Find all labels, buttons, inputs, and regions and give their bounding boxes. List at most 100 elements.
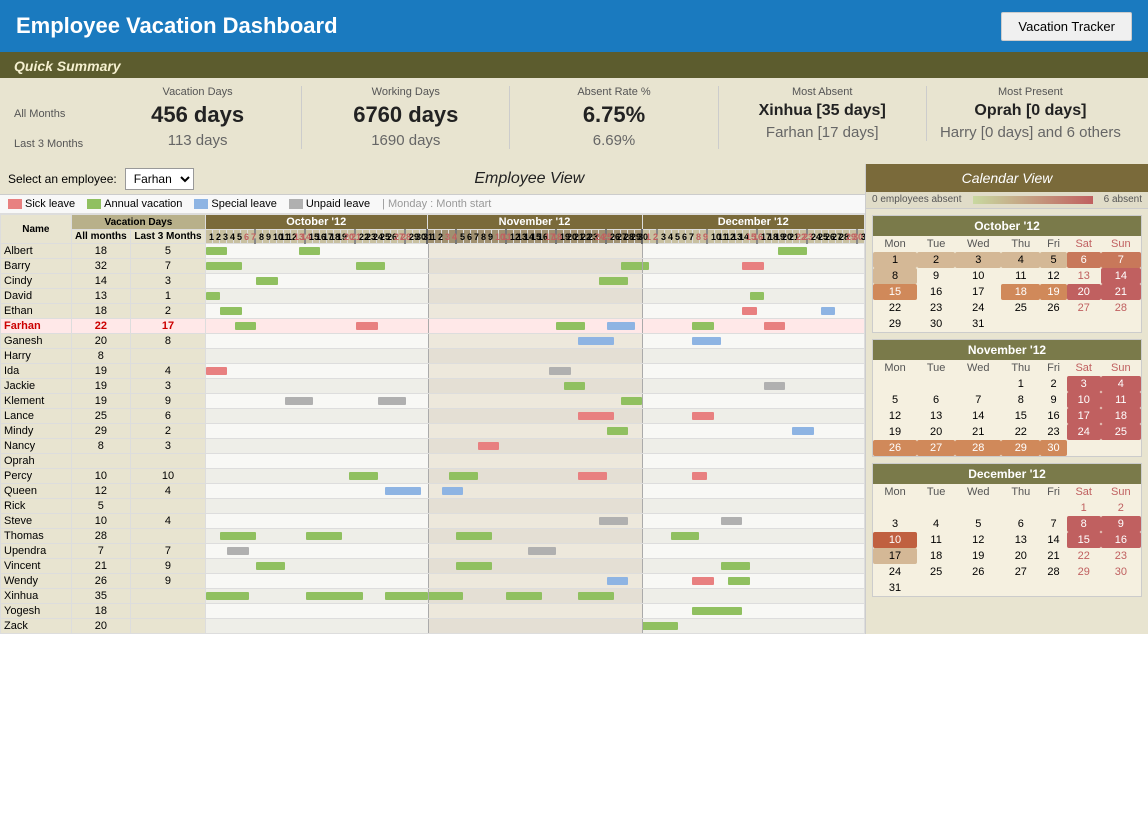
calendar-day[interactable]: 11 xyxy=(1101,392,1141,408)
calendar-day[interactable]: 25 xyxy=(1101,424,1141,440)
calendar-day[interactable]: 19 xyxy=(1040,284,1066,300)
calendar-day[interactable]: 12 xyxy=(1040,268,1066,284)
calendar-day[interactable]: 1 xyxy=(1067,500,1101,516)
calendar-day[interactable]: 26 xyxy=(955,564,1001,580)
calendar-day[interactable]: 8 xyxy=(1067,516,1101,532)
calendar-day[interactable]: 14 xyxy=(1040,532,1066,548)
calendar-day[interactable]: 27 xyxy=(1067,300,1101,316)
empty-day xyxy=(1001,500,1040,516)
calendar-day[interactable]: 4 xyxy=(1001,252,1040,268)
calendar-day[interactable]: 17 xyxy=(1067,408,1101,424)
calendar-day[interactable]: 1 xyxy=(873,252,917,268)
calendar-day[interactable]: 17 xyxy=(873,548,917,564)
calendar-day[interactable]: 5 xyxy=(955,516,1001,532)
mini-cal-month-header: October '12 xyxy=(873,216,1141,236)
vacation-tracker-button[interactable]: Vacation Tracker xyxy=(1001,12,1132,41)
calendar-day[interactable]: 20 xyxy=(1001,548,1040,564)
calendar-day[interactable]: 31 xyxy=(955,316,1001,332)
calendar-day[interactable]: 13 xyxy=(1001,532,1040,548)
all-months-value: 22 xyxy=(71,319,130,334)
calendar-day[interactable]: 27 xyxy=(1001,564,1040,580)
calendar-day[interactable]: 10 xyxy=(873,532,917,548)
calendar-day[interactable]: 10 xyxy=(1067,392,1101,408)
calendar-day[interactable]: 6 xyxy=(917,392,955,408)
calendar-day[interactable]: 21 xyxy=(1101,284,1141,300)
sick-color xyxy=(8,199,22,209)
calendar-day[interactable]: 4 xyxy=(917,516,955,532)
calendar-day[interactable]: 4 xyxy=(1101,376,1141,392)
calendar-day[interactable]: 31 xyxy=(873,580,917,596)
calendar-day[interactable]: 5 xyxy=(873,392,917,408)
calendar-day[interactable]: 3 xyxy=(873,516,917,532)
calendar-day[interactable]: 7 xyxy=(1101,252,1141,268)
calendar-day[interactable]: 21 xyxy=(955,424,1001,440)
calendar-day[interactable]: 24 xyxy=(955,300,1001,316)
calendar-day[interactable]: 26 xyxy=(1040,300,1066,316)
calendar-day[interactable]: 17 xyxy=(955,284,1001,300)
calendar-day[interactable]: 28 xyxy=(1040,564,1066,580)
calendar-day[interactable]: 7 xyxy=(955,392,1001,408)
calendar-day[interactable]: 3 xyxy=(955,252,1001,268)
calendar-day[interactable]: 29 xyxy=(1067,564,1101,580)
calendar-day[interactable]: 11 xyxy=(917,532,955,548)
calendar-day[interactable]: 30 xyxy=(1040,440,1066,456)
calendar-day[interactable]: 6 xyxy=(1067,252,1101,268)
calendar-day[interactable]: 18 xyxy=(917,548,955,564)
calendar-day[interactable]: 29 xyxy=(1001,440,1040,456)
calendar-day[interactable]: 6 xyxy=(1001,516,1040,532)
calendar-day[interactable]: 12 xyxy=(955,532,1001,548)
employee-select[interactable]: Farhan xyxy=(125,168,194,190)
calendar-day[interactable]: 28 xyxy=(1101,300,1141,316)
calendar-day[interactable]: 15 xyxy=(1067,532,1101,548)
calendar-day[interactable]: 13 xyxy=(917,408,955,424)
calendar-day[interactable]: 5 xyxy=(1040,252,1066,268)
calendar-day[interactable]: 23 xyxy=(1101,548,1141,564)
calendar-day[interactable]: 22 xyxy=(1067,548,1101,564)
calendar-day[interactable]: 15 xyxy=(1001,408,1040,424)
calendar-day[interactable]: 22 xyxy=(873,300,917,316)
calendar-day[interactable]: 9 xyxy=(1040,392,1066,408)
calendar-day[interactable]: 1 xyxy=(1001,376,1040,392)
calendar-day[interactable]: 16 xyxy=(917,284,955,300)
calendar-day[interactable]: 9 xyxy=(917,268,955,284)
calendar-day[interactable]: 24 xyxy=(873,564,917,580)
calendar-day[interactable]: 19 xyxy=(873,424,917,440)
calendar-day[interactable]: 29 xyxy=(873,316,917,332)
calendar-day[interactable]: 2 xyxy=(1040,376,1066,392)
calendar-day[interactable]: 24 xyxy=(1067,424,1101,440)
calendar-day[interactable]: 8 xyxy=(873,268,917,284)
calendar-day[interactable]: 2 xyxy=(917,252,955,268)
calendar-day[interactable]: 23 xyxy=(1040,424,1066,440)
calendar-day[interactable]: 25 xyxy=(917,564,955,580)
calendar-day[interactable]: 25 xyxy=(1001,300,1040,316)
calendar-day[interactable]: 22 xyxy=(1001,424,1040,440)
calendar-day[interactable]: 18 xyxy=(1101,408,1141,424)
calendar-day[interactable]: 16 xyxy=(1040,408,1066,424)
calendar-day[interactable]: 10 xyxy=(955,268,1001,284)
calendar-day[interactable]: 15 xyxy=(873,284,917,300)
calendar-day[interactable]: 8 xyxy=(1001,392,1040,408)
calendar-day[interactable]: 18 xyxy=(1001,284,1040,300)
calendar-day[interactable]: 3 xyxy=(1067,376,1101,392)
calendar-day[interactable]: 30 xyxy=(1101,564,1141,580)
calendar-day[interactable]: 14 xyxy=(1101,268,1141,284)
calendar-day[interactable]: 20 xyxy=(1067,284,1101,300)
calendar-day[interactable]: 23 xyxy=(917,300,955,316)
calendar-day[interactable]: 20 xyxy=(917,424,955,440)
calendar-day[interactable]: 16 xyxy=(1101,532,1141,548)
calendar-day[interactable]: 9 xyxy=(1101,516,1141,532)
calendar-day[interactable]: 27 xyxy=(917,440,955,456)
calendar-day[interactable]: 7 xyxy=(1040,516,1066,532)
calendar-day[interactable]: 28 xyxy=(955,440,1001,456)
calendar-day[interactable]: 30 xyxy=(917,316,955,332)
summary-row-labels: All Months Last 3 Months xyxy=(14,86,94,156)
calendar-day[interactable]: 19 xyxy=(955,548,1001,564)
calendar-day[interactable]: 12 xyxy=(873,408,917,424)
calendar-day[interactable]: 13 xyxy=(1067,268,1101,284)
calendar-day[interactable]: 11 xyxy=(1001,268,1040,284)
calendar-day[interactable]: 26 xyxy=(873,440,917,456)
calendar-day[interactable]: 14 xyxy=(955,408,1001,424)
all-months-value: 20 xyxy=(71,619,130,634)
calendar-day[interactable]: 21 xyxy=(1040,548,1066,564)
calendar-day[interactable]: 2 xyxy=(1101,500,1141,516)
